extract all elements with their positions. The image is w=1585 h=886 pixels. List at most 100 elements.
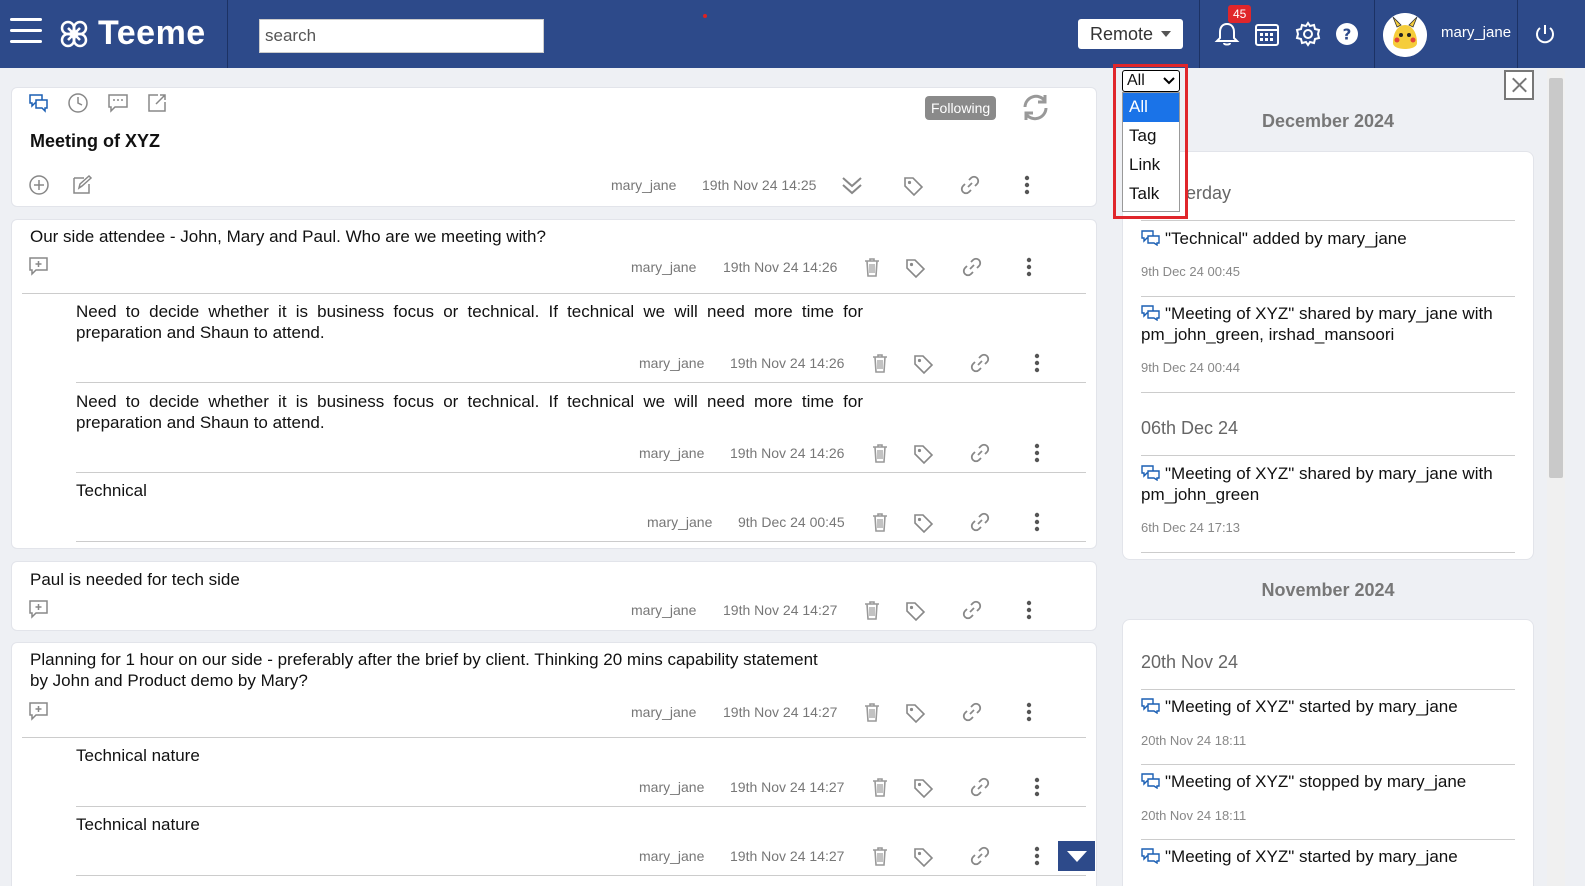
more-options-icon[interactable] xyxy=(1026,352,1048,374)
activity-time: 9th Dec 24 00:44 xyxy=(1141,360,1241,375)
tag-icon[interactable] xyxy=(912,777,934,799)
trash-icon[interactable] xyxy=(861,256,883,278)
mode-dropdown-button[interactable]: Remote xyxy=(1078,19,1183,49)
activity-item[interactable]: "Meeting of XYZ" started by mary_jane xyxy=(1141,696,1516,717)
link-icon[interactable] xyxy=(961,256,983,278)
tag-icon[interactable] xyxy=(912,846,934,868)
reply-icon[interactable] xyxy=(28,599,50,621)
topic-date: 19th Nov 24 14:25 xyxy=(702,177,817,193)
reply-author: mary_jane xyxy=(639,355,705,371)
bell-icon[interactable] xyxy=(1213,20,1241,48)
trash-icon[interactable] xyxy=(869,442,891,464)
activity-item[interactable]: "Technical" added by mary_jane xyxy=(1141,228,1516,249)
trash-icon[interactable] xyxy=(869,776,891,798)
link-icon[interactable] xyxy=(969,442,991,464)
gear-icon[interactable] xyxy=(1294,20,1322,48)
edit-icon[interactable] xyxy=(71,174,93,196)
reply-icon[interactable] xyxy=(28,701,50,723)
calendar-icon[interactable] xyxy=(1253,20,1281,48)
scrollbar-thumb[interactable] xyxy=(1549,78,1563,478)
trash-icon[interactable] xyxy=(861,599,883,621)
link-icon[interactable] xyxy=(959,174,981,196)
username-label[interactable]: mary_jane xyxy=(1441,24,1511,41)
post-date: 19th Nov 24 14:27 xyxy=(723,704,838,720)
tag-icon[interactable] xyxy=(902,175,924,197)
filter-option-link[interactable]: Link xyxy=(1123,151,1179,180)
activity-text: "Meeting of XYZ" started by mary_jane xyxy=(1165,697,1458,716)
more-options-icon[interactable] xyxy=(1018,599,1040,621)
tag-icon[interactable] xyxy=(904,257,926,279)
activity-item[interactable]: "Meeting of XYZ" shared by mary_jane wit… xyxy=(1141,303,1516,345)
filter-option-talk[interactable]: Talk xyxy=(1123,180,1179,209)
trash-icon[interactable] xyxy=(861,701,883,723)
header-divider xyxy=(1199,0,1200,68)
post-card xyxy=(11,219,1097,549)
talk-icon xyxy=(1141,465,1161,482)
logo[interactable]: Teeme xyxy=(58,14,206,53)
post-author: mary_jane xyxy=(631,602,697,618)
trash-icon[interactable] xyxy=(869,352,891,374)
tag-icon[interactable] xyxy=(904,600,926,622)
link-icon[interactable] xyxy=(969,352,991,374)
divider xyxy=(1141,296,1515,297)
close-icon[interactable] xyxy=(1504,70,1534,100)
refresh-icon[interactable] xyxy=(1019,91,1052,124)
trash-icon[interactable] xyxy=(869,845,891,867)
filter-selected-value: All xyxy=(1127,72,1145,89)
divider xyxy=(76,875,1086,876)
expand-all-icon[interactable] xyxy=(841,174,863,196)
more-options-icon[interactable] xyxy=(1016,174,1038,196)
tag-icon[interactable] xyxy=(912,353,934,375)
divider xyxy=(1141,764,1515,765)
tag-icon[interactable] xyxy=(912,443,934,465)
more-options-icon[interactable] xyxy=(1018,256,1040,278)
hamburger-menu-icon[interactable] xyxy=(10,18,42,48)
reply-icon[interactable] xyxy=(28,256,50,278)
divider xyxy=(76,541,1086,542)
filter-option-tag[interactable]: Tag xyxy=(1123,122,1179,151)
link-icon[interactable] xyxy=(969,776,991,798)
reply-text: Need to decide whether it is business fo… xyxy=(76,392,863,432)
filter-option-all[interactable]: All xyxy=(1123,93,1179,122)
avatar[interactable] xyxy=(1383,13,1427,57)
activity-item[interactable]: "Meeting of XYZ" stopped by mary_jane xyxy=(1141,771,1516,792)
reply-text: Need to decide whether it is business fo… xyxy=(76,302,863,342)
talk-icon xyxy=(1141,305,1161,322)
more-options-icon[interactable] xyxy=(1026,511,1048,533)
link-icon[interactable] xyxy=(969,845,991,867)
talk-icon[interactable] xyxy=(28,92,50,114)
link-icon[interactable] xyxy=(961,599,983,621)
divider xyxy=(1141,220,1515,221)
activity-item[interactable]: "Meeting of XYZ" shared by mary_jane wit… xyxy=(1141,463,1516,505)
more-options-icon[interactable] xyxy=(1018,701,1040,723)
reply-date: 9th Dec 24 00:45 xyxy=(738,514,845,530)
topic-author: mary_jane xyxy=(611,177,677,193)
more-options-icon[interactable] xyxy=(1026,845,1048,867)
following-button[interactable]: Following xyxy=(925,96,997,120)
day-label: 06th Dec 24 xyxy=(1141,418,1239,438)
scroll-down-button[interactable] xyxy=(1058,841,1095,871)
clock-icon[interactable] xyxy=(67,92,89,114)
trash-icon[interactable] xyxy=(869,511,891,533)
more-options-icon[interactable] xyxy=(1026,776,1048,798)
link-icon[interactable] xyxy=(961,701,983,723)
external-link-icon[interactable] xyxy=(146,92,168,114)
post-date: 19th Nov 24 14:26 xyxy=(723,259,838,275)
tag-icon[interactable] xyxy=(904,702,926,724)
link-icon[interactable] xyxy=(969,511,991,533)
power-icon[interactable] xyxy=(1533,22,1557,46)
filter-options-list: All Tag Link Talk xyxy=(1122,92,1180,212)
comment-icon[interactable] xyxy=(107,92,129,114)
activity-filter-select[interactable]: All xyxy=(1122,70,1180,92)
reply-text: Technical nature xyxy=(76,815,200,834)
reply-date: 19th Nov 24 14:27 xyxy=(730,848,845,864)
more-options-icon[interactable] xyxy=(1026,442,1048,464)
activity-item[interactable]: "Meeting of XYZ" started by mary_jane xyxy=(1141,846,1516,867)
search-input[interactable] xyxy=(259,19,544,53)
help-icon[interactable]: ? xyxy=(1333,20,1361,48)
add-icon[interactable] xyxy=(28,174,50,196)
tag-icon[interactable] xyxy=(912,512,934,534)
post-text: Planning for 1 hour on our side - prefer… xyxy=(30,650,818,690)
reply-author: mary_jane xyxy=(639,779,705,795)
top-bar: Teeme Remote 45 ? mary_jane xyxy=(0,0,1585,68)
